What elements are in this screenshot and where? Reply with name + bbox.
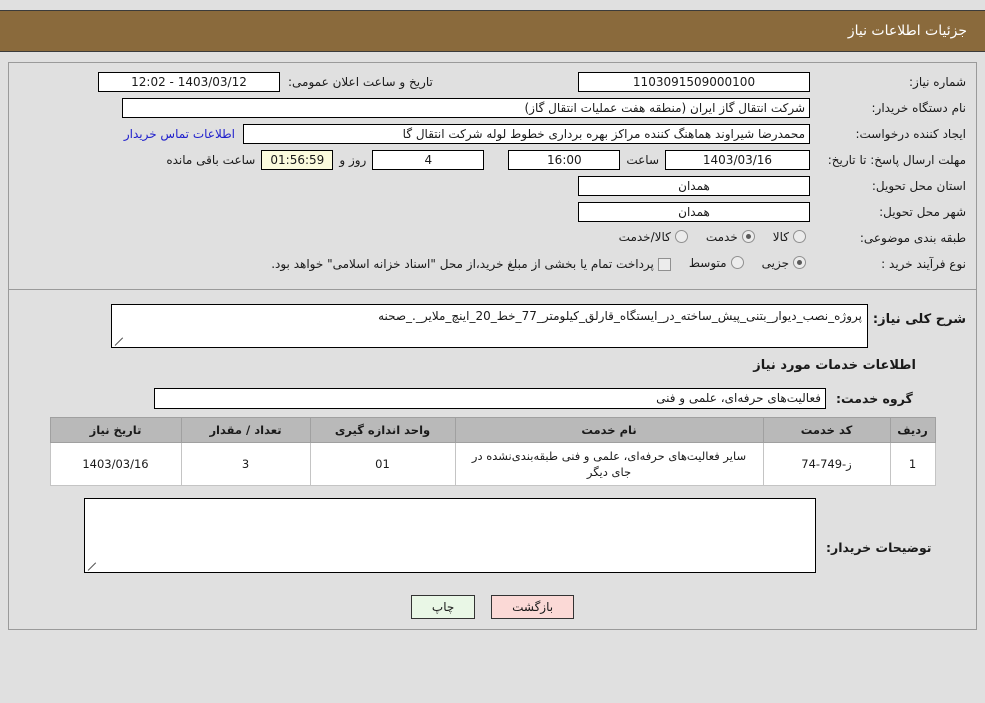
day-and-label: روز و <box>339 153 367 167</box>
delivery-city-label: شهر محل تحویل: <box>879 205 966 219</box>
cell-date: 1403/03/16 <box>49 442 182 486</box>
need-number-label: شماره نیاز: <box>909 75 966 89</box>
request-creator-label: ایجاد کننده درخواست: <box>855 127 966 141</box>
cell-row: 1 <box>889 442 936 486</box>
delivery-province-label: استان محل تحویل: <box>871 179 966 193</box>
announce-datetime-label: تاریخ و ساعت اعلان عمومی: <box>288 75 433 89</box>
service-group-field[interactable]: فعالیت‌های حرفه‌ای، علمی و فنی <box>154 387 826 409</box>
category-radio-group: کالا خدمت کالا/خدمت <box>605 230 810 247</box>
process-option-0[interactable]: جزیی <box>762 256 810 270</box>
treasury-checkbox[interactable] <box>657 257 671 271</box>
th-quantity: تعداد / مقدار <box>180 417 311 443</box>
buyer-notes-textarea-wrap <box>84 498 816 573</box>
row-buyer-notes: توضیحات خریدار: <box>19 498 966 573</box>
service-group-label: گروه خدمت: <box>836 390 913 406</box>
table-row: 1 ز-749-74 سایر فعالیت‌های حرفه‌ای، علمی… <box>49 442 936 486</box>
category-label: طبقه بندی موضوعی: <box>859 231 966 245</box>
process-label-0: جزیی <box>761 255 789 270</box>
cell-quantity: 3 <box>180 442 311 486</box>
time-remaining-field[interactable]: 01:56:59 <box>261 150 334 170</box>
page-title: جزئیات اطلاعات نیاز <box>847 23 967 39</box>
buyer-notes-label: توضیحات خریدار: <box>826 540 932 555</box>
row-delivery-city: شهر محل تحویل: همدان <box>19 201 966 223</box>
category-label-2: کالا/خدمت <box>618 229 671 244</box>
category-radio-0[interactable] <box>793 230 806 244</box>
description-textarea[interactable]: پروژه_نصب_دیوار_بتنی_پیش_ساخته_در_ایستگا… <box>111 304 868 348</box>
row-deadline: مهلت ارسال پاسخ: تا تاریخ: 1403/03/16 سا… <box>19 149 966 171</box>
th-name: نام خدمت <box>454 417 764 443</box>
hour-label: ساعت <box>626 153 659 167</box>
category-label-0: کالا <box>772 229 789 244</box>
services-table: ردیف کد خدمت نام خدمت واحد اندازه گیری ت… <box>49 417 936 486</box>
request-creator-field[interactable]: محمدرضا شیراوند هماهنگ کننده مراکز بهره … <box>243 124 810 144</box>
row-need-number: شماره نیاز: 1103091509000100 تاریخ و ساع… <box>19 71 966 93</box>
deadline-date-field[interactable]: 1403/03/16 <box>665 150 810 170</box>
process-option-1[interactable]: متوسط <box>689 256 748 270</box>
row-description: شرح کلی نیاز: پروژه_نصب_دیوار_بتنی_پیش_س… <box>19 304 966 348</box>
th-row: ردیف <box>889 417 936 443</box>
need-number-field[interactable]: 1103091509000100 <box>578 72 810 92</box>
description-section: شرح کلی نیاز: پروژه_نصب_دیوار_بتنی_پیش_س… <box>9 290 976 581</box>
th-unit: واحد اندازه گیری <box>309 417 456 443</box>
category-radio-2[interactable] <box>674 230 688 244</box>
row-buyer-org: نام دستگاه خریدار: شرکت انتقال گاز ایران… <box>19 97 966 119</box>
row-category: طبقه بندی موضوعی: کالا خدمت کالا/خدمت <box>19 227 966 249</box>
category-option-0[interactable]: کالا <box>773 230 810 244</box>
process-radio-1[interactable] <box>730 256 744 270</box>
row-purchase-process: نوع فرآیند خرید : جزیی متوسط پرداخت تمام … <box>19 253 966 275</box>
description-textarea-wrap: پروژه_نصب_دیوار_بتنی_پیش_ساخته_در_ایستگا… <box>111 304 868 348</box>
th-code: کد خدمت <box>762 417 891 443</box>
deadline-hour-field[interactable]: 16:00 <box>508 150 621 170</box>
details-panel: شماره نیاز: 1103091509000100 تاریخ و ساع… <box>8 62 977 630</box>
category-option-1[interactable]: خدمت <box>706 230 759 244</box>
row-service-group: گروه خدمت: فعالیت‌های حرفه‌ای، علمی و فن… <box>19 387 966 409</box>
button-bar: بازگشت چاپ <box>9 581 976 629</box>
th-date: تاریخ نیاز <box>49 417 182 443</box>
cell-name: سایر فعالیت‌های حرفه‌ای، علمی و فنی طبقه… <box>454 442 764 486</box>
buyer-contact-link[interactable]: اطلاعات تماس خریدار <box>116 127 243 141</box>
process-radio-0[interactable] <box>793 256 806 270</box>
back-button[interactable]: بازگشت <box>491 595 575 619</box>
treasury-checkbox-label: پرداخت تمام یا بخشی از مبلغ خرید،از محل … <box>271 257 654 271</box>
row-delivery-province: استان محل تحویل: همدان <box>19 175 966 197</box>
days-remaining-field[interactable]: 4 <box>372 150 485 170</box>
process-radio-group: جزیی متوسط <box>675 256 810 273</box>
description-label: شرح کلی نیاز: <box>872 312 966 327</box>
buyer-org-field[interactable]: شرکت انتقال گاز ایران (منطقه هفت عملیات … <box>122 98 810 118</box>
category-radio-1[interactable] <box>741 230 755 244</box>
cell-code: ز-749-74 <box>762 442 891 486</box>
process-label-1: متوسط <box>688 255 727 270</box>
purchase-process-label: نوع فرآیند خرید : <box>881 257 966 271</box>
page-header: جزئیات اطلاعات نیاز <box>0 10 985 52</box>
buyer-org-label: نام دستگاه خریدار: <box>871 101 967 115</box>
table-header-row: ردیف کد خدمت نام خدمت واحد اندازه گیری ت… <box>49 417 936 443</box>
category-label-1: خدمت <box>705 229 738 244</box>
deadline-label: مهلت ارسال پاسخ: تا تاریخ: <box>827 153 966 167</box>
delivery-city-field[interactable]: همدان <box>578 202 810 222</box>
announce-datetime-field[interactable]: 1403/03/12 - 12:02 <box>98 72 280 92</box>
cell-unit: 01 <box>309 442 456 486</box>
services-section-title: اطلاعات خدمات مورد نیاز <box>753 358 916 373</box>
delivery-province-field[interactable]: همدان <box>578 176 810 196</box>
category-option-2[interactable]: کالا/خدمت <box>619 230 692 244</box>
print-button[interactable]: چاپ <box>410 595 476 619</box>
buyer-notes-textarea[interactable] <box>84 498 816 573</box>
row-request-creator: ایجاد کننده درخواست: محمدرضا شیراوند هما… <box>19 123 966 145</box>
remaining-label: ساعت باقی مانده <box>166 153 256 167</box>
need-form: شماره نیاز: 1103091509000100 تاریخ و ساع… <box>9 63 976 285</box>
